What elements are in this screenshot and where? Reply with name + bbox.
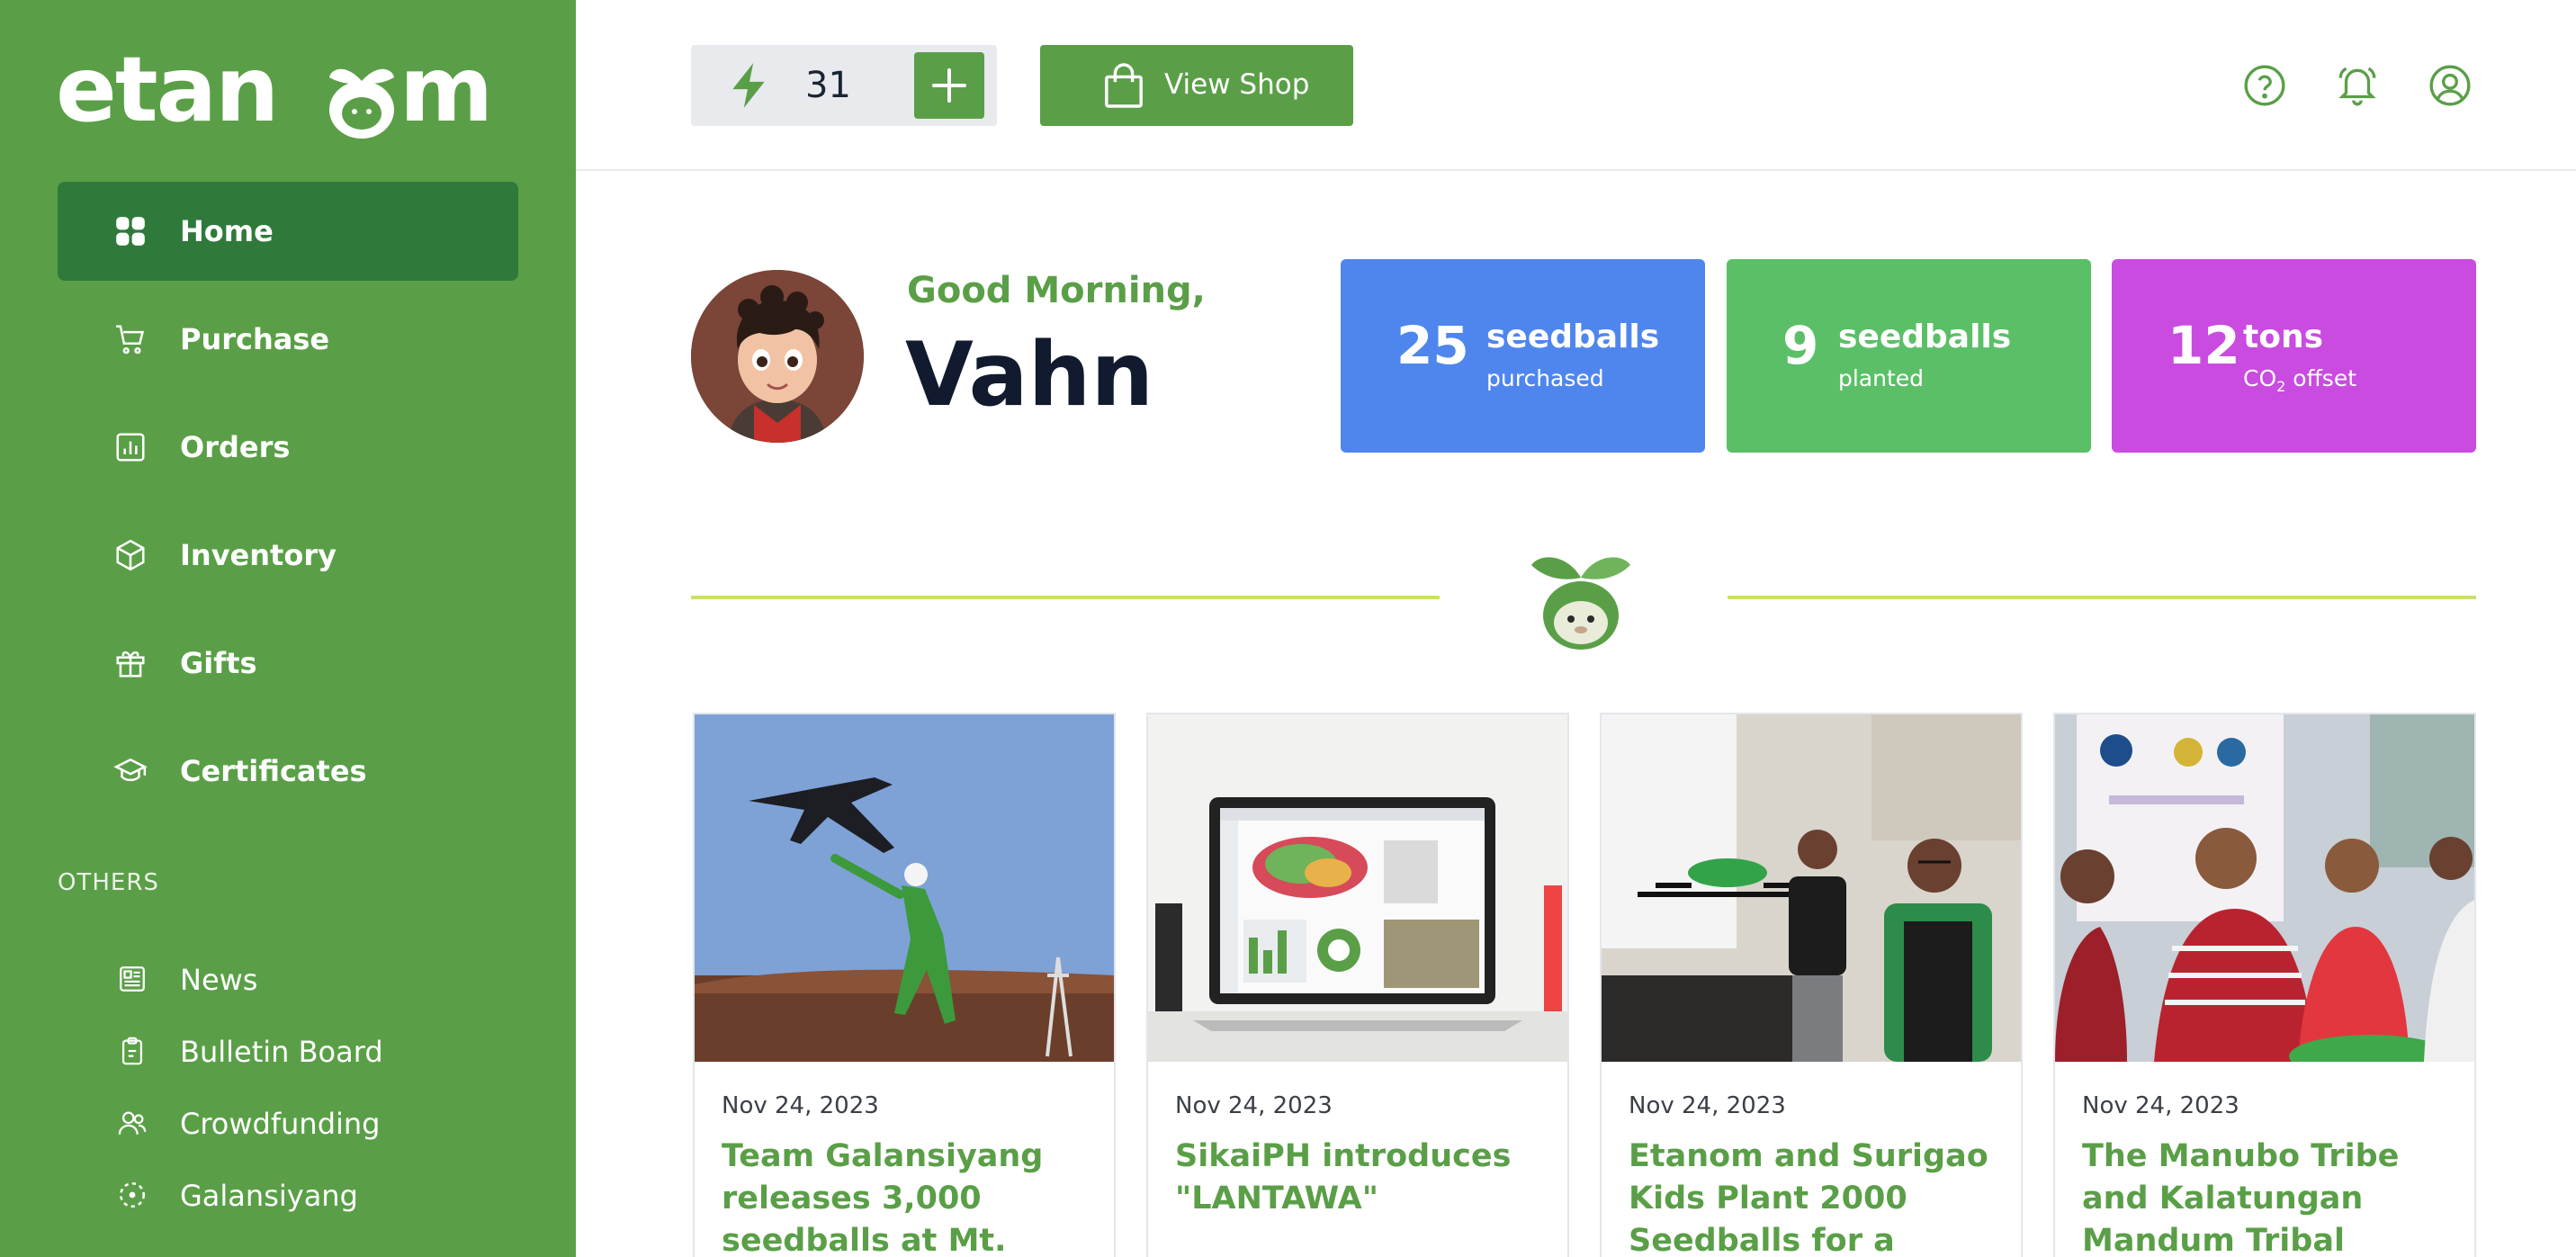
sidebar-item-certificates[interactable]: Certificates (58, 722, 518, 821)
greeting-salutation: Good Morning, (907, 270, 1206, 311)
stat-card-co2-offset: 12 tons CO2 offset (2112, 259, 2476, 453)
news-card[interactable]: Nov 24, 2023 Team Galansiyang releases 3… (693, 713, 1116, 1257)
stat-card-planted: 9 seedballs planted (1727, 259, 2091, 453)
chart-icon (116, 433, 145, 462)
sidebar-item-label: Galansiyang (180, 1179, 358, 1213)
news-title[interactable]: The Manubo Tribe and Kalatungan Mandum T… (2082, 1136, 2451, 1257)
energy-count: 31 (805, 65, 851, 106)
sidebar-item-label: Home (180, 214, 274, 248)
shopping-bag-icon (1105, 63, 1143, 108)
stat-sublabel: planted (1838, 365, 1925, 391)
graduation-cap-icon (113, 758, 148, 782)
view-shop-label: View Shop (1164, 68, 1310, 101)
news-title[interactable]: Team Galansiyang releases 3,000 seedball… (722, 1136, 1091, 1257)
stat-unit: seedballs (1838, 319, 2012, 355)
stat-unit: tons (2243, 319, 2323, 355)
news-card[interactable]: Nov 24, 2023 SikaiPH introduces "LANTAWA… (1146, 713, 1569, 1257)
cart-icon (116, 325, 145, 355)
avatar[interactable] (691, 270, 864, 443)
sidebar-item-label: Crowdfunding (180, 1107, 381, 1141)
dashed-circle-icon (119, 1181, 146, 1208)
svg-text:m: m (399, 45, 493, 142)
news-card[interactable]: Nov 24, 2023 Etanom and Surigao Kids Pla… (1600, 713, 2023, 1257)
clipboard-icon (121, 1037, 143, 1065)
gift-icon (116, 651, 145, 678)
sidebar-item-crowdfunding[interactable]: Crowdfunding (58, 1092, 518, 1155)
sidebar-item-galansiyang[interactable]: Galansiyang (58, 1164, 518, 1227)
help-icon[interactable] (2242, 63, 2287, 108)
energy-counter: 31 (691, 45, 997, 126)
view-shop-button[interactable]: View Shop (1040, 45, 1353, 126)
sidebar-item-label: Orders (180, 430, 291, 464)
sidebar-item-label: Purchase (180, 322, 330, 356)
stat-value: 12 (2168, 315, 2240, 376)
news-card[interactable]: Nov 24, 2023 The Manubo Tribe and Kalatu… (2053, 713, 2476, 1257)
user-name: Vahn (905, 324, 1154, 426)
stat-sublabel: purchased (1486, 365, 1604, 391)
sidebar-item-inventory[interactable]: Inventory (58, 506, 518, 605)
sidebar-item-label: Bulletin Board (180, 1035, 383, 1069)
user-profile-icon[interactable] (2428, 63, 2473, 108)
sidebar-item-label: Inventory (180, 538, 337, 572)
sidebar-item-label: Certificates (180, 754, 367, 788)
divider-line-right (1728, 596, 2476, 599)
newspaper-icon (120, 966, 145, 992)
stat-value: 9 (1782, 315, 1819, 376)
avatar-illustration (691, 270, 864, 443)
sidebar-item-news[interactable]: News (58, 948, 518, 1011)
news-image-tribe-seedballs (2055, 714, 2474, 1062)
sidebar-item-purchase[interactable]: Purchase (58, 290, 518, 389)
sidebar-item-bulletin-board[interactable]: Bulletin Board (58, 1020, 518, 1083)
stat-unit: seedballs (1486, 319, 1660, 355)
news-date: Nov 24, 2023 (1175, 1092, 1333, 1119)
news-date: Nov 24, 2023 (2082, 1092, 2239, 1119)
stat-card-purchased: 25 seedballs purchased (1341, 259, 1705, 453)
others-heading: OTHERS (58, 869, 159, 896)
news-date: Nov 24, 2023 (1629, 1092, 1786, 1119)
divider-line-left (691, 596, 1440, 599)
etanom-logo[interactable]: etan m (56, 45, 524, 144)
news-title[interactable]: Etanom and Surigao Kids Plant 2000 Seedb… (1629, 1136, 1997, 1257)
sidebar-item-orders[interactable]: Orders (58, 398, 518, 497)
stat-sublabel: CO2 offset (2243, 365, 2357, 395)
people-icon (118, 1111, 147, 1135)
grid-icon (116, 217, 145, 246)
sidebar-item-gifts[interactable]: Gifts (58, 614, 518, 713)
stat-value: 25 (1396, 315, 1469, 376)
svg-text:etan: etan (56, 45, 277, 142)
plus-icon (932, 68, 966, 103)
lightning-bolt-icon (732, 63, 765, 108)
add-energy-button[interactable] (914, 52, 984, 119)
box-icon (116, 539, 145, 571)
sidebar-item-label: News (180, 963, 258, 997)
sidebar-item-home[interactable]: Home (58, 182, 518, 281)
sidebar: etan m Home Purchase Orders Inventory Gi… (0, 0, 576, 1257)
bell-icon[interactable] (2335, 63, 2380, 108)
news-image-laptop-map (1148, 714, 1567, 1062)
news-image-kids-drone (1602, 714, 2021, 1062)
sidebar-item-label: Gifts (180, 646, 257, 680)
news-title[interactable]: SikaiPH introduces "LANTAWA" (1175, 1136, 1544, 1220)
sprout-mascot-icon (1531, 557, 1630, 650)
news-date: Nov 24, 2023 (722, 1092, 879, 1119)
news-image-drone-launch (695, 714, 1114, 1062)
